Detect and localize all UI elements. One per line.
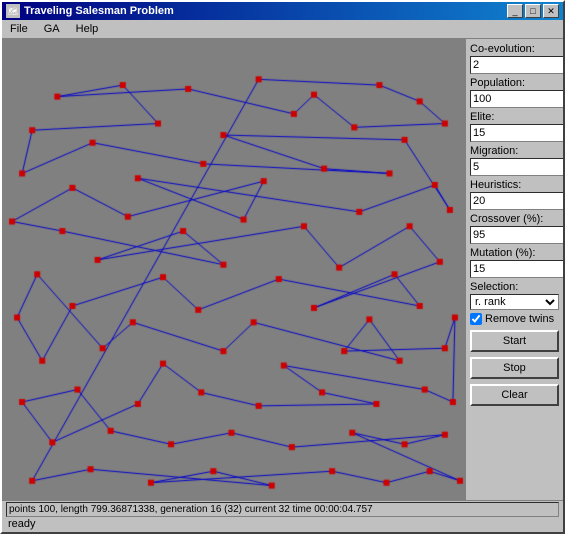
mutation-spin: ▲ ▼ xyxy=(470,260,559,278)
heuristics-spin: ▲ ▼ xyxy=(470,192,559,210)
canvas-area xyxy=(2,39,465,500)
window-title: Traveling Salesman Problem xyxy=(24,5,174,17)
migration-spin: ▲ ▼ xyxy=(470,158,559,176)
crossover-label: Crossover (%): xyxy=(470,213,559,225)
elite-spin: ▲ ▼ xyxy=(470,124,559,142)
remove-twins-row: Remove twins xyxy=(470,313,559,325)
migration-group: Migration: ▲ ▼ xyxy=(470,145,559,176)
start-button[interactable]: Start xyxy=(470,330,559,352)
heuristics-input[interactable] xyxy=(470,192,563,210)
migration-label: Migration: xyxy=(470,145,559,157)
crossover-group: Crossover (%): ▲ ▼ xyxy=(470,213,559,244)
elite-label: Elite: xyxy=(470,111,559,123)
close-button[interactable]: ✕ xyxy=(543,4,559,18)
crossover-spin: ▲ ▼ xyxy=(470,226,559,244)
coevolution-spin: ▲ ▼ xyxy=(470,56,559,74)
coevolution-label: Co-evolution: xyxy=(470,43,559,55)
main-window: 🗺 Traveling Salesman Problem _ □ ✕ File … xyxy=(0,0,565,534)
selection-select[interactable]: r. rank tournament roulette xyxy=(470,294,559,310)
remove-twins-checkbox[interactable] xyxy=(470,313,482,325)
remove-twins-label: Remove twins xyxy=(485,313,554,325)
status-line1: points 100, length 799.36871338, generat… xyxy=(6,502,559,517)
mutation-group: Mutation (%): ▲ ▼ xyxy=(470,247,559,278)
window-icon: 🗺 xyxy=(6,4,20,18)
status-ready: ready xyxy=(6,517,559,531)
menu-bar: File GA Help xyxy=(2,20,563,39)
main-area: Co-evolution: ▲ ▼ Population: ▲ ▼ xyxy=(2,39,563,500)
menu-file[interactable]: File xyxy=(6,22,32,36)
mutation-input[interactable] xyxy=(470,260,563,278)
crossover-input[interactable] xyxy=(470,226,563,244)
maximize-button[interactable]: □ xyxy=(525,4,541,18)
selection-label: Selection: xyxy=(470,281,559,293)
title-buttons: _ □ ✕ xyxy=(507,4,559,18)
menu-help[interactable]: Help xyxy=(72,22,103,36)
title-bar: 🗺 Traveling Salesman Problem _ □ ✕ xyxy=(2,2,563,20)
mutation-label: Mutation (%): xyxy=(470,247,559,259)
coevolution-input[interactable] xyxy=(470,56,563,74)
tsp-canvas[interactable] xyxy=(2,39,465,500)
coevolution-group: Co-evolution: ▲ ▼ xyxy=(470,43,559,74)
selection-group: Selection: r. rank tournament roulette xyxy=(470,281,559,310)
stop-button[interactable]: Stop xyxy=(470,357,559,379)
heuristics-group: Heuristics: ▲ ▼ xyxy=(470,179,559,210)
elite-input[interactable] xyxy=(470,124,563,142)
elite-group: Elite: ▲ ▼ xyxy=(470,111,559,142)
right-panel: Co-evolution: ▲ ▼ Population: ▲ ▼ xyxy=(465,39,563,500)
heuristics-label: Heuristics: xyxy=(470,179,559,191)
population-input[interactable] xyxy=(470,90,563,108)
population-label: Population: xyxy=(470,77,559,89)
status-bar: points 100, length 799.36871338, generat… xyxy=(2,500,563,532)
population-group: Population: ▲ ▼ xyxy=(470,77,559,108)
minimize-button[interactable]: _ xyxy=(507,4,523,18)
migration-input[interactable] xyxy=(470,158,563,176)
population-spin: ▲ ▼ xyxy=(470,90,559,108)
clear-button[interactable]: Clear xyxy=(470,384,559,406)
menu-ga[interactable]: GA xyxy=(40,22,64,36)
